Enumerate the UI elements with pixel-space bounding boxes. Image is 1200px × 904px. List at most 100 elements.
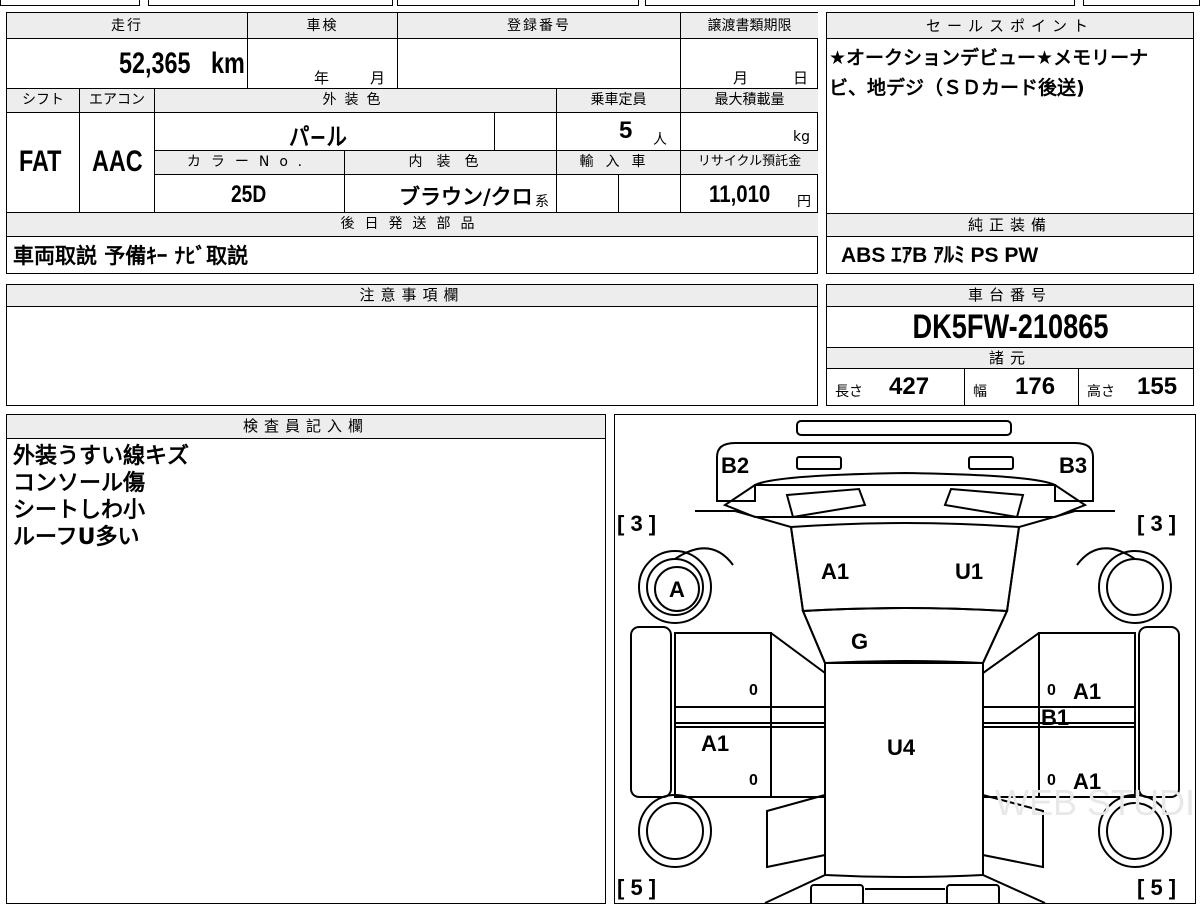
rear-quarter-left-shape <box>766 793 826 869</box>
caution-box: 注意事項欄 <box>6 284 818 406</box>
aircon-value-cell: AAC <box>80 113 155 213</box>
mark-windshield-a1: A1 <box>821 559 849 584</box>
registration-label: 登録番号 <box>398 13 681 39</box>
shaken-month-unit: 月 <box>370 69 386 87</box>
chassis-value-cell: DK5FW-210865 <box>827 307 1193 347</box>
spec-length-value: 427 <box>889 373 930 400</box>
roof-shape <box>824 660 984 878</box>
headlight-left-shape <box>796 456 842 470</box>
mark-zero: 0 <box>749 772 758 789</box>
standard-equipment-value: ABS ｴｱB ｱﾙﾐ PS PW <box>841 244 1039 267</box>
spec-width-label: 幅 <box>973 384 987 400</box>
wheel-rl-shape <box>638 794 712 868</box>
mark-tyre-fl: [ 3 ] <box>617 511 656 536</box>
front-bumper-shape <box>796 420 1012 436</box>
mark-a-wheel: A <box>669 577 685 602</box>
sales-points-text: ★オークションデビュー★メモリーナビ、地デジ（ＳＤカード後送) <box>829 47 1149 99</box>
mileage-value-cell: 52,365 km <box>7 39 248 89</box>
spec-length-cell: 長さ 427 <box>827 369 965 405</box>
exterior-color-value-cell: パ−ル <box>155 113 495 151</box>
inspector-box: 検査員記入欄 外装うすい線キズ コンソール傷 シートしわ小 ルーフU多い <box>6 414 606 904</box>
interior-color-label: 内装色 <box>345 151 557 175</box>
standard-equipment-label: 純正装備 <box>827 213 1193 237</box>
mark-right-b1: B1 <box>1041 705 1069 730</box>
spec-height-label: 高さ <box>1087 384 1115 400</box>
aircon-value: AAC <box>92 145 143 178</box>
capacity-label: 乗車定員 <box>557 89 681 113</box>
recycle-fee-value-cell: 11,010 円 <box>681 175 818 213</box>
inspector-note-line: 外装うすい線キズ <box>13 444 190 469</box>
mark-right-a1-front: A1 <box>1073 679 1101 704</box>
mark-b2: B2 <box>721 453 749 478</box>
sales-points-label: セールスポイント <box>827 13 1193 39</box>
sales-points-box: セールスポイント ★オークションデビュー★メモリーナビ、地デジ（ＳＤカード後送)… <box>826 12 1194 274</box>
shift-label: シフト <box>7 89 80 113</box>
transfer-deadline-value-cell: 月 日 <box>681 39 818 89</box>
inspector-label: 検査員記入欄 <box>7 415 605 439</box>
spec-length-label: 長さ <box>835 384 863 400</box>
rocker-left-shape <box>630 626 672 798</box>
mark-zero: 0 <box>1047 772 1056 789</box>
wheel-rl-inner-shape <box>646 802 704 860</box>
mark-b3: B3 <box>1059 453 1087 478</box>
spec-height-value: 155 <box>1137 373 1178 400</box>
max-load-value-cell: kg <box>681 113 818 151</box>
shaken-year-unit: 年 <box>314 69 330 87</box>
exterior-color-value: パ−ル <box>289 123 347 151</box>
caution-label: 注意事項欄 <box>7 285 817 307</box>
hood-top-shape <box>722 471 1088 518</box>
door-rl-edge-shape <box>771 726 826 798</box>
max-load-label: 最大積載量 <box>681 89 818 113</box>
color-no-value: 25D <box>231 181 267 208</box>
mark-windshield-u1: U1 <box>955 559 983 584</box>
mileage-label: 走行 <box>7 13 248 39</box>
interior-color-value-cell: ブラウン/クロ 系 <box>345 175 557 213</box>
recycle-fee-unit: 円 <box>797 194 811 210</box>
top-stub-row <box>0 0 1200 8</box>
shaken-label: 車検 <box>248 13 398 39</box>
recycle-fee-label: リサイクル預託金 <box>681 151 818 175</box>
car-diagram: WEB STUDIO PRO B2 B3 [ 3 ] [ 3 ] [ 5 ] [… <box>617 420 1195 903</box>
headlight-right-shape <box>968 456 1014 470</box>
later-parts-value: 車両取説 予備ｷｰ ﾅﾋﾞ取説 <box>13 244 249 268</box>
mark-zero: 0 <box>1047 682 1056 699</box>
door-fl-shape <box>674 632 772 728</box>
rocker-right-shape <box>1138 626 1180 798</box>
wheel-fr-inner-shape <box>1106 558 1164 616</box>
chassis-value: DK5FW-210865 <box>911 308 1108 346</box>
shift-value: FAT <box>19 145 62 178</box>
inspector-note-line: ルーフU多い <box>13 525 140 550</box>
mark-zero: 0 <box>749 682 758 699</box>
recycle-fee-value: 11,010 <box>709 181 771 208</box>
import-car-value-b <box>619 175 681 213</box>
chassis-label: 車台番号 <box>827 285 1193 307</box>
chassis-specs-box: 車台番号 DK5FW-210865 諸元 長さ 427 幅 176 高さ 155 <box>826 284 1194 406</box>
color-no-value-cell: 25D <box>155 175 345 213</box>
import-car-label: 輸入車 <box>557 151 681 175</box>
registration-value-cell <box>398 39 681 89</box>
car-diagram-box: WEB STUDIO PRO B2 B3 [ 3 ] [ 3 ] [ 5 ] [… <box>614 414 1196 904</box>
grill-left-shape <box>785 487 867 519</box>
capacity-unit: 人 <box>653 132 667 148</box>
mark-tyre-fr: [ 3 ] <box>1137 511 1176 536</box>
import-car-value-a <box>557 175 619 213</box>
hood-shape <box>801 607 1009 664</box>
spec-height-cell: 高さ 155 <box>1079 369 1193 405</box>
grill-right-shape <box>943 487 1025 519</box>
vehicle-info-grid: 走行 車検 登録番号 譲渡書類期限 52,365 km 年 月 月 日 シフト … <box>6 12 818 274</box>
spec-width-cell: 幅 176 <box>965 369 1079 405</box>
aircon-label: エアコン <box>80 89 155 113</box>
specs-label: 諸元 <box>827 347 1193 369</box>
mark-roof-u4: U4 <box>887 735 916 760</box>
color-no-label: カラーNo. <box>155 151 345 175</box>
wheel-fr-shape <box>1098 550 1172 624</box>
rear-lamp-left-shape <box>810 884 864 903</box>
transfer-month-unit: 月 <box>733 69 749 87</box>
max-load-unit: kg <box>793 129 810 145</box>
spec-width-value: 176 <box>1015 373 1056 400</box>
inspector-notes: 外装うすい線キズ コンソール傷 シートしわ小 ルーフU多い <box>13 443 593 551</box>
transfer-deadline-label: 譲渡書類期限 <box>681 13 818 39</box>
inspector-note-line: シートしわ小 <box>13 498 146 523</box>
transfer-day-unit: 日 <box>793 69 809 87</box>
capacity-value: 5 <box>619 117 633 144</box>
